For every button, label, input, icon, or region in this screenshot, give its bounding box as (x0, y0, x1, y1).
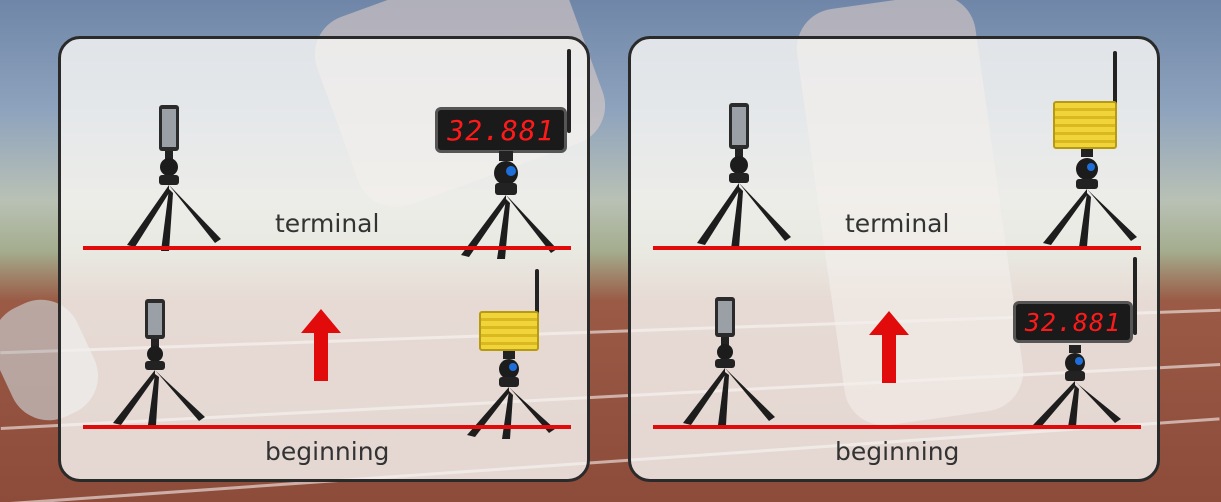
yellow-receiver (479, 311, 539, 351)
background-photo: 32.881 terminal beginning terminal 32.88… (0, 0, 1221, 502)
terminal-line (653, 246, 1141, 250)
beginning-label: beginning (835, 437, 960, 466)
receiver-on-tripod (451, 269, 581, 439)
terminal-label: terminal (275, 209, 380, 238)
beginning-label: beginning (265, 437, 390, 466)
setup-panel-1: 32.881 terminal beginning (58, 36, 590, 482)
phone-on-tripod (119, 105, 229, 251)
timer-reading: 32.881 (447, 113, 555, 147)
timer-reading: 32.881 (1024, 307, 1122, 337)
phone-on-tripod (675, 297, 785, 425)
beginning-line (653, 425, 1141, 429)
up-arrow-icon (869, 311, 909, 383)
phone-on-tripod (105, 299, 215, 425)
antenna (567, 49, 571, 133)
receiver-on-tripod (1021, 51, 1151, 247)
yellow-receiver (1053, 101, 1117, 149)
terminal-line (83, 246, 571, 250)
up-arrow-icon (301, 309, 341, 381)
terminal-label: terminal (845, 209, 950, 238)
timer-on-tripod: 32.881 (431, 49, 587, 259)
timer-on-tripod: 32.881 (1011, 257, 1151, 427)
setup-panel-2: terminal 32.881 beginning (628, 36, 1160, 482)
timer-display: 32.881 (435, 107, 567, 153)
beginning-line (83, 425, 571, 429)
antenna (1133, 257, 1137, 335)
timer-display: 32.881 (1013, 301, 1133, 343)
phone-on-tripod (689, 103, 799, 249)
